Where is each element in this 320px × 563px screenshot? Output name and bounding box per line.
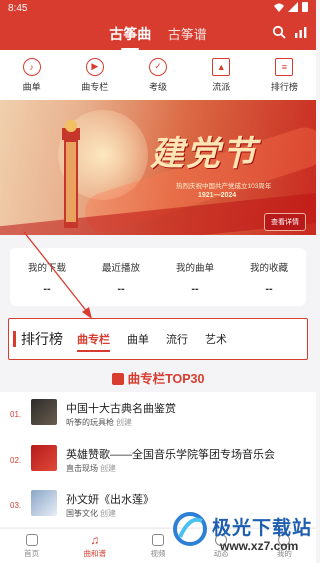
tab-guzheng-music[interactable]: 古筝曲: [109, 24, 151, 50]
album-cover: [31, 490, 57, 516]
ranking-tab-pop[interactable]: 流行: [166, 331, 188, 347]
status-bar: 8:45: [0, 0, 316, 18]
category-column[interactable]: ▶ 曲专栏: [63, 50, 126, 100]
user-stats: 我的下载 -- 最近播放 -- 我的曲单 -- 我的收藏 --: [10, 248, 306, 306]
stat-recent-play[interactable]: 最近播放 --: [84, 248, 158, 306]
home-icon: [25, 533, 38, 546]
ranking-icon: ≡: [275, 57, 294, 76]
battery-icon: [302, 2, 308, 12]
music-note-icon: ♪: [22, 57, 41, 76]
ranking-tabs: 排行榜 曲专栏 曲单 流行 艺术: [8, 318, 308, 360]
monument-icon: [62, 120, 80, 228]
stat-downloads[interactable]: 我的下载 --: [10, 248, 84, 306]
play-disc-icon: ▶: [85, 57, 104, 76]
list-item[interactable]: 02. 英雄赞歌——全国音乐学院筝团专场音乐会 直击现场 创建: [0, 442, 316, 482]
album-cover: [31, 399, 57, 425]
banner-subtitle: 热烈庆祝中国共产党成立103周年: [176, 183, 272, 190]
stat-favorites[interactable]: 我的收藏 --: [232, 248, 306, 306]
promo-banner[interactable]: 建党节 热烈庆祝中国共产党成立103周年 1921—2024 查看详情: [0, 100, 316, 235]
nav-music-score[interactable]: ♫ 曲和谱: [63, 529, 126, 563]
section-title: 曲专栏TOP30: [0, 368, 316, 387]
album-cover: [31, 445, 57, 471]
list-item[interactable]: 01. 中国十大古典名曲鉴赏 听筝的玩具枪 创建: [0, 396, 316, 436]
award-icon: ✓: [149, 57, 167, 76]
banner-title: 建党节: [150, 134, 258, 174]
ranking-tab-column[interactable]: 曲专栏: [77, 331, 110, 352]
top-tabs: 古筝曲 古筝谱: [0, 24, 316, 50]
ranking-title: 排行榜: [21, 331, 63, 347]
category-song-list[interactable]: ♪ 曲单: [0, 50, 63, 100]
banner-years: 1921—2024: [198, 192, 237, 199]
video-icon: [152, 533, 164, 546]
watermark: 极光下载站 www.xz7.com: [168, 505, 314, 563]
tab-guzheng-score[interactable]: 古筝谱: [168, 24, 207, 43]
nav-home[interactable]: 首页: [0, 529, 63, 563]
view-details-button[interactable]: 查看详情: [264, 213, 306, 231]
graduation-cap-icon: ▲: [212, 57, 231, 76]
watermark-logo-icon: [173, 512, 207, 546]
search-icon[interactable]: [272, 25, 286, 39]
stat-my-song-list[interactable]: 我的曲单 --: [158, 248, 232, 306]
chart-bars-icon[interactable]: [294, 25, 308, 39]
ranking-tab-song-list[interactable]: 曲单: [127, 331, 149, 347]
status-time: 8:45: [8, 3, 28, 14]
bookmark-icon: [111, 373, 124, 385]
ranking-tab-art[interactable]: 艺术: [205, 331, 227, 347]
category-ranking[interactable]: ≡ 排行榜: [253, 50, 316, 100]
category-grading[interactable]: ✓ 考级: [126, 50, 189, 100]
signal-icon: [288, 2, 298, 12]
category-bar: ♪ 曲单 ▶ 曲专栏 ✓ 考级 ▲ 流派 ≡ 排行榜: [0, 50, 316, 100]
wifi-icon: [274, 3, 284, 12]
app-header: 8:45 古筝曲 古筝谱: [0, 0, 316, 50]
music-note-icon: ♫: [90, 532, 100, 547]
category-school[interactable]: ▲ 流派: [190, 50, 253, 100]
